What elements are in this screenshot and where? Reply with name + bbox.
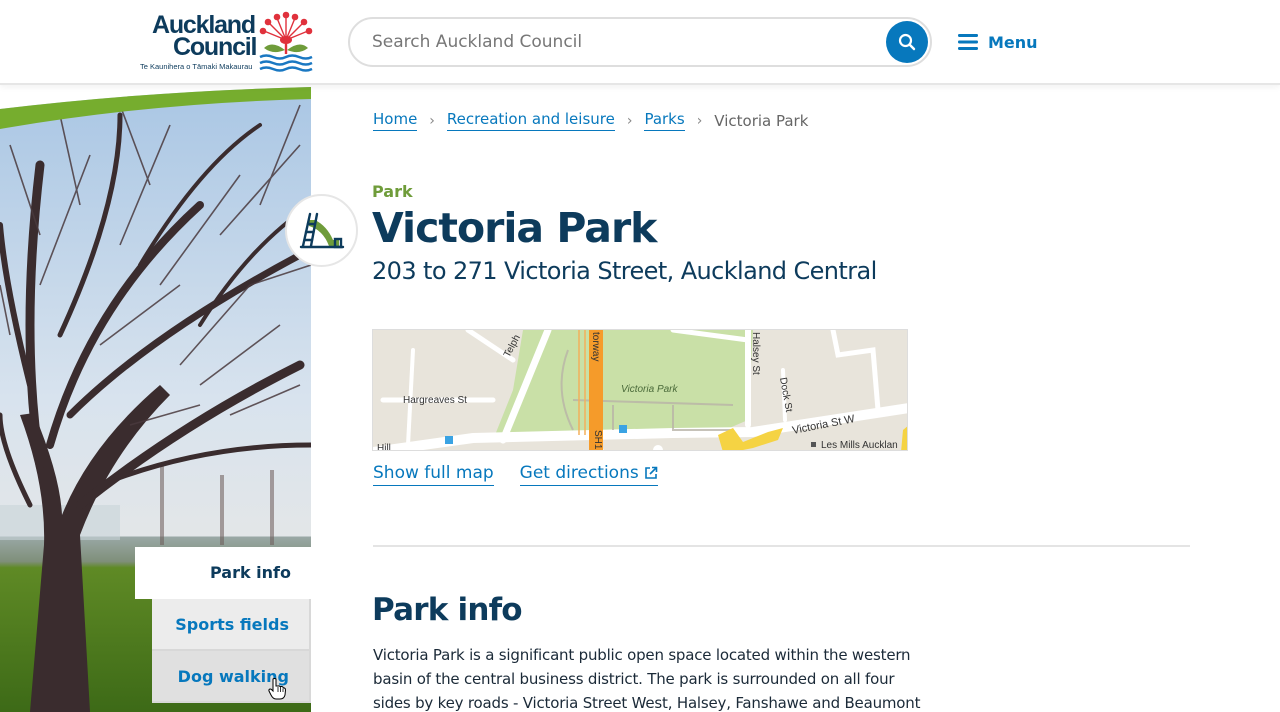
park-category-badge — [285, 194, 358, 267]
green-swoosh-decoration — [0, 85, 311, 129]
page-category: Park — [372, 182, 413, 201]
auckland-council-logo[interactable]: Auckland Council Te Kaunihera o Tāmaki M… — [140, 10, 315, 74]
external-link-icon — [644, 466, 658, 479]
body-line: sides by key roads - Victoria Street Wes… — [373, 694, 921, 712]
page-title: Victoria Park — [372, 204, 657, 252]
map-graphic: Victoria Park Hargreaves St Telph torway… — [373, 330, 907, 451]
get-directions-label: Get directions — [519, 463, 639, 483]
tab-park-info[interactable]: Park info — [135, 547, 311, 599]
map-label-halsey: Halsey St — [750, 332, 761, 375]
show-full-map-link[interactable]: Show full map — [373, 463, 494, 486]
get-directions-link[interactable]: Get directions — [519, 463, 658, 486]
map-label-les-mills: Les Mills Aucklan — [821, 440, 898, 451]
menu-label: Menu — [988, 32, 1038, 52]
section-title: Park info — [372, 592, 523, 628]
breadcrumb-recreation-and-leisure[interactable]: Recreation and leisure — [446, 110, 615, 131]
search-icon — [898, 33, 916, 51]
tab-sports-fields[interactable]: Sports fields — [152, 599, 311, 651]
location-map[interactable]: Victoria Park Hargreaves St Telph torway… — [372, 329, 908, 451]
section-body: Victoria Park is a significant public op… — [373, 643, 921, 712]
chevron-right-icon: › — [626, 112, 633, 129]
map-label-motorway: torway — [590, 332, 601, 361]
hamburger-icon — [958, 34, 978, 50]
menu-button[interactable]: Menu — [958, 28, 1038, 56]
map-label-hargreaves: Hargreaves St — [403, 395, 467, 406]
chevron-right-icon: › — [696, 112, 703, 129]
hand-cursor-icon — [268, 678, 286, 700]
breadcrumb-home[interactable]: Home — [373, 110, 418, 131]
map-label-victoria-park: Victoria Park — [621, 384, 679, 395]
breadcrumb: Home › Recreation and leisure › Parks › … — [373, 110, 808, 131]
search-button[interactable] — [886, 21, 928, 63]
search-input[interactable] — [372, 29, 872, 55]
park-address: 203 to 271 Victoria Street, Auckland Cen… — [372, 257, 877, 285]
body-line: Victoria Park is a significant public op… — [373, 646, 911, 664]
breadcrumb-parks[interactable]: Parks — [644, 110, 685, 131]
breadcrumb-current: Victoria Park — [714, 111, 809, 130]
section-divider — [373, 545, 1190, 547]
show-full-map-label: Show full map — [373, 463, 494, 483]
map-links: Show full map Get directions — [373, 463, 684, 486]
site-header: Auckland Council Te Kaunihera o Tāmaki M… — [0, 0, 1280, 85]
pohutukawa-flower-icon — [259, 11, 313, 72]
body-line: basin of the central business district. … — [373, 670, 895, 688]
tab-dog-walking[interactable]: Dog walking — [152, 651, 311, 703]
map-label-hill: Hill — [377, 443, 391, 451]
chevron-right-icon: › — [429, 112, 435, 129]
logo-tagline: Te Kaunihera o Tāmaki Makaurau — [140, 62, 253, 71]
search-bar — [348, 17, 932, 67]
logo-text-council: Council — [173, 33, 257, 61]
map-label-sh: SH1 — [592, 430, 603, 450]
playground-slide-icon — [299, 212, 344, 248]
